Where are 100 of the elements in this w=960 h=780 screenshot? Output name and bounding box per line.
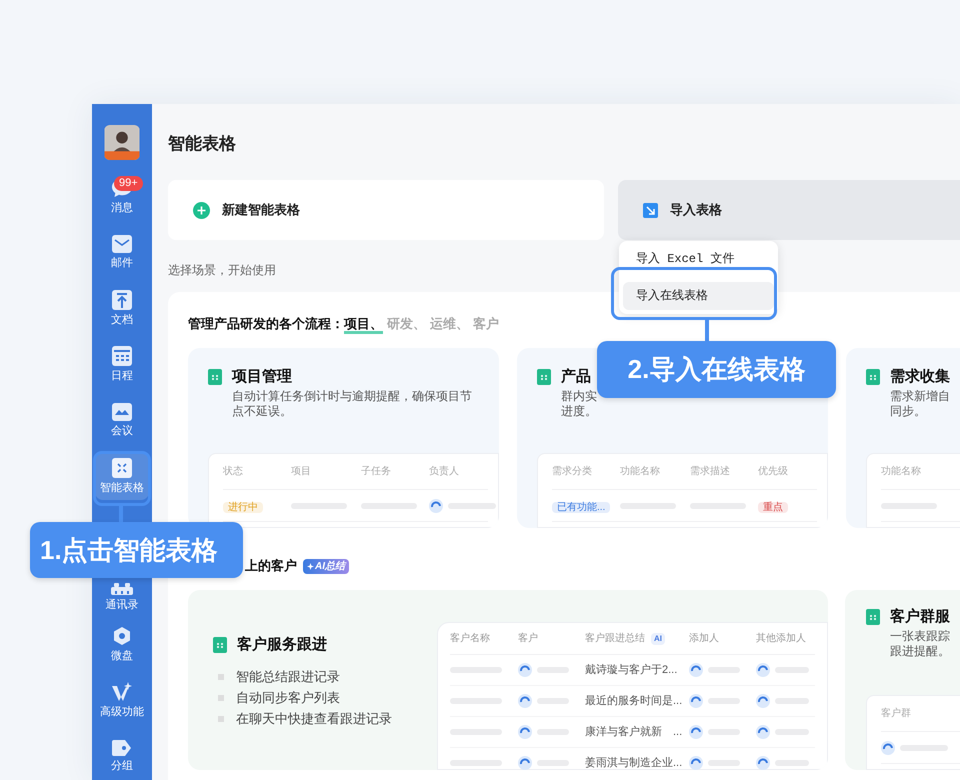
column-header: 其他添加人 (756, 632, 806, 646)
ai-badge: AI总结 (303, 558, 349, 574)
card-description: 自动计算任务倒计时与逾期提醒，确保项目节点不延误。 (231, 388, 473, 418)
avatar-icon (756, 694, 770, 708)
feature-item: 自动同步客户列表 (236, 690, 340, 706)
card-description: 一张表跟踪 (889, 628, 951, 644)
avatar-icon (518, 725, 532, 739)
sheet-icon (537, 369, 551, 386)
sidebar-item[interactable]: 会议 (95, 396, 149, 444)
hexagon-icon (112, 626, 132, 646)
feature-item: 在聊天中快捷查看跟进记录 (236, 710, 392, 726)
table-cell-text: 最近的服务时间是... (585, 694, 684, 709)
card-description: 跟进提醒。 (889, 644, 951, 658)
filter-tab[interactable]: 研发、 (387, 314, 426, 334)
filter-tab[interactable]: 项目、 (344, 314, 383, 334)
avatar-icon (689, 663, 703, 677)
sheet-icon (208, 369, 222, 386)
column-header: 需求分类 (552, 464, 593, 479)
avatar[interactable] (104, 125, 140, 160)
bullet-mark (218, 694, 224, 700)
status-tag: 进行中 (223, 502, 263, 512)
card-description: 需求新增自 (889, 388, 951, 404)
tag-icon (112, 740, 132, 756)
avatar-icon (756, 663, 770, 677)
template-card[interactable]: 需求收集 需求新增自 同步。 功能名称 (846, 348, 960, 528)
card-description: 同步。 (889, 404, 927, 418)
avatar-icon (429, 498, 443, 512)
column-header: 添加人 (689, 632, 719, 646)
card-title: 需求收集 (890, 367, 950, 387)
template-card[interactable]: 项目管理 自动计算任务倒计时与逾期提醒，确保项目节点不延误。 状态 项目 子任务 负责人 进行中 (188, 348, 499, 528)
notification-badge: 99+ (114, 176, 143, 191)
sidebar-item[interactable]: 分组 (95, 732, 149, 780)
card-description: 群内实 (560, 388, 598, 404)
avatar-icon (689, 725, 703, 739)
import-icon (643, 202, 658, 218)
sidebar-item[interactable]: 高级功能 (95, 676, 149, 724)
column-header: 优先级 (758, 464, 789, 479)
avatar-icon (756, 725, 770, 739)
sidebar-item[interactable]: 文档 (95, 284, 149, 332)
column-header: 功能名称 (881, 464, 922, 479)
highlight-frame (93, 451, 151, 506)
callout-label: 1.点击智能表格 (30, 522, 243, 578)
feature-item: 智能总结跟进记录 (236, 668, 340, 684)
sidebar-item[interactable]: 智能表格 (95, 452, 149, 500)
plus-icon (193, 202, 210, 218)
avatar-icon (518, 663, 532, 677)
card-title: 产品 (561, 367, 591, 387)
table-cell-text: 康洋与客户就新 ... (585, 724, 684, 740)
template-card[interactable]: 客户群服 一张表跟踪 跟进提醒。 客户群 (845, 590, 960, 770)
avatar-icon (689, 756, 703, 770)
scene-hint: 选择场景，开始使用 (168, 262, 277, 278)
document-icon (112, 290, 132, 310)
sheet-icon (213, 637, 227, 654)
sparkle-icon (111, 682, 133, 702)
sidebar-item[interactable]: 微盘 (95, 620, 149, 668)
column-header: 客户 (518, 632, 538, 646)
card-title: 客户群服 (890, 607, 950, 627)
template-card[interactable]: 客户服务跟进 智能总结跟进记录 自动同步客户列表 在聊天中快捷查看跟进记录 客户名称 客户 客户跟进总结 AI 添加人 其他添加人 戴诗璇与客户于2... 最近的服务时间是... 康洋与客户就新 ... 姜雨淇与制造企业... (188, 590, 828, 770)
column-header: 状态 (223, 464, 244, 479)
avatar-icon (756, 756, 770, 770)
card-title: 项目管理 (232, 367, 292, 387)
avatar-icon (518, 694, 532, 708)
avatar-icon (881, 740, 895, 754)
card-title: 客户服务跟进 (237, 635, 327, 655)
bullet-mark (218, 674, 224, 680)
sidebar-item[interactable]: 邮件 (95, 228, 149, 276)
sheet-icon (866, 609, 880, 626)
card-description: 进度。 (560, 404, 598, 418)
column-header: 客户名称 (450, 632, 490, 646)
sheet-icon (866, 369, 880, 386)
callout-label: 2.导入在线表格 (597, 341, 836, 398)
table-cell-text: 戴诗璇与客户于2... (585, 662, 678, 678)
mail-icon (112, 234, 132, 252)
calendar-icon (112, 346, 132, 366)
action-card[interactable]: 新建智能表格 (168, 180, 604, 240)
menu-item[interactable]: 导入在线表格 (623, 282, 774, 310)
sidebar-item[interactable]: 消息 99+ (95, 172, 149, 220)
sparkle-icon (307, 562, 314, 570)
bullet-mark (218, 716, 224, 722)
section-heading: 管理产品研发的各个流程： (188, 315, 344, 334)
column-header: 客户跟进总结 (585, 632, 645, 646)
table-cell-text: 姜雨淇与制造企业... (585, 756, 684, 770)
meeting-icon (112, 402, 132, 420)
avatar-icon (518, 756, 532, 770)
column-header: 子任务 (361, 465, 392, 479)
sidebar-item[interactable]: 通讯录 (95, 577, 149, 612)
filter-tab[interactable]: 客户 (473, 314, 499, 334)
ai-badge: AI (651, 632, 665, 644)
column-header: 客户群 (881, 706, 912, 721)
column-header: 项目 (291, 465, 312, 479)
sidebar-item[interactable]: 日程 (95, 340, 149, 388)
page-title: 智能表格 (168, 133, 237, 155)
avatar-icon (689, 694, 703, 708)
menu-item[interactable]: 导入 Excel 文件 (623, 245, 774, 273)
column-header: 需求描述 (690, 464, 731, 479)
filter-tab[interactable]: 运维、 (430, 314, 469, 334)
section-heading: 上的客户 (245, 557, 297, 576)
column-header: 功能名称 (620, 464, 661, 479)
column-header: 负责人 (429, 464, 460, 479)
status-tag: 重点 (758, 502, 788, 512)
